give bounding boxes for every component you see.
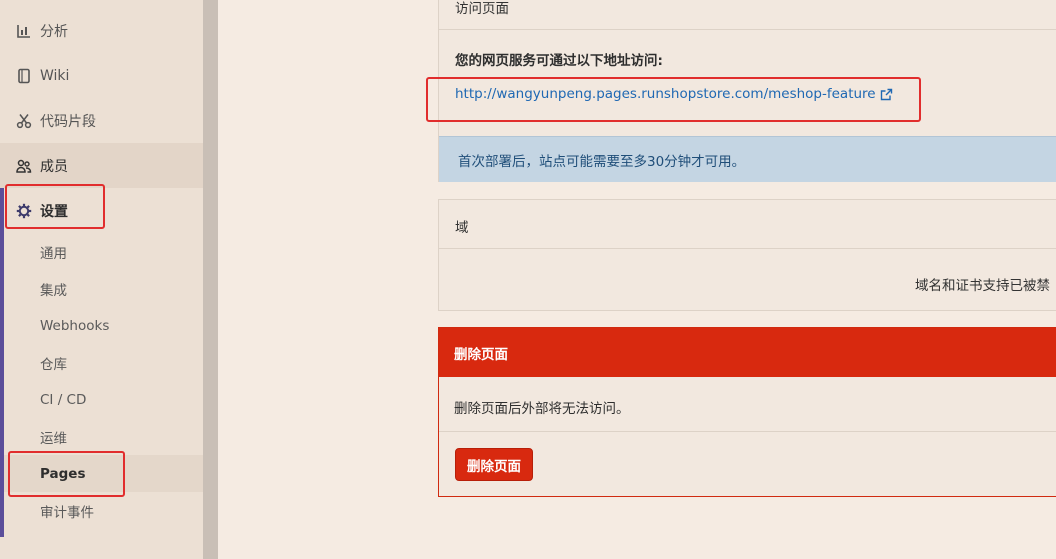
chart-bar-icon [16,23,32,39]
highlight-box-settings [5,184,105,229]
remove-pages-button[interactable]: 删除页面 [455,448,533,481]
sidebar-item-wiki[interactable]: Wiki [0,53,203,98]
subnav-item-integrations[interactable]: 集成 [4,270,203,307]
subnav-item-general[interactable]: 通用 [4,233,203,270]
domains-disabled-note: 域名和证书支持已被禁 [915,278,1050,294]
remove-pages-header: 删除页面 [439,328,1056,377]
deploy-info-alert: 首次部署后，站点可能需要至多30分钟才可用。 [439,136,1056,182]
sidebar-scrollbar[interactable] [203,0,218,559]
sidebar: 分析 Wiki 代码片段 成员 设置 通用 集成 Webhooks 仓库 CI … [0,0,203,559]
subnav-item-operations[interactable]: 运维 [4,418,203,455]
subnav-item-label: 集成 [40,282,67,299]
subnav-item-label: CI / CD [40,391,87,408]
sidebar-item-label: 代码片段 [40,113,96,130]
subnav-item-label: 通用 [40,245,67,262]
domains-card: 域 域名和证书支持已被禁 [438,199,1056,311]
domains-card-header: 域 [455,220,469,236]
subnav-item-cicd[interactable]: CI / CD [4,381,203,418]
access-card-header: 访问页面 [455,1,509,17]
deploy-info-text: 首次部署后，站点可能需要至多30分钟才可用。 [458,153,746,170]
book-icon [16,68,32,84]
sidebar-item-snippets[interactable]: 代码片段 [0,98,203,143]
divider [439,431,1056,432]
scissors-icon [16,113,32,129]
subnav-item-webhooks[interactable]: Webhooks [4,307,203,344]
sidebar-item-label: 分析 [40,23,68,40]
users-icon [16,158,32,174]
subnav-item-label: 运维 [40,430,67,447]
sidebar-item-analytics[interactable]: 分析 [0,8,203,53]
remove-pages-title: 删除页面 [454,346,508,363]
remove-pages-warning: 删除页面后外部将无法访问。 [454,401,630,417]
highlight-box-pages [8,451,125,497]
sidebar-item-label: Wiki [40,67,70,84]
subnav-item-label: Webhooks [40,317,110,334]
divider [439,248,1056,249]
remove-pages-card: 删除页面 删除页面后外部将无法访问。 删除页面 [438,327,1056,497]
access-title: 您的网页服务可通过以下地址访问: [455,53,663,69]
highlight-box-url [426,77,921,122]
subnav-item-label: 仓库 [40,356,67,373]
subnav-item-audit-events[interactable]: 审计事件 [4,492,203,529]
sidebar-item-label: 成员 [40,158,68,175]
sidebar-item-members[interactable]: 成员 [0,143,203,188]
subnav-item-label: 审计事件 [40,504,94,521]
subnav-item-repository[interactable]: 仓库 [4,344,203,381]
divider [439,29,1056,30]
